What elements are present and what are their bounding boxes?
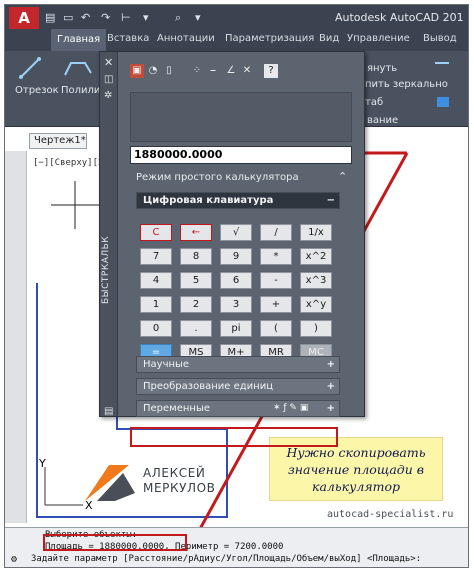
collapse-chevron-icon[interactable]: ⌃ bbox=[338, 170, 347, 183]
calc-history bbox=[130, 92, 352, 142]
command-prompt-line[interactable]: Задайте параметр [Расстояние/рАдиус/Угол… bbox=[31, 554, 421, 564]
key-button[interactable]: x^3 bbox=[300, 272, 332, 289]
key-button[interactable]: √ bbox=[220, 224, 252, 241]
section-toggle[interactable]: + bbox=[327, 379, 335, 394]
key-button[interactable]: - bbox=[260, 272, 292, 289]
section-units-conversion[interactable]: Преобразование единиц + bbox=[136, 378, 340, 395]
key-button[interactable]: C bbox=[140, 224, 172, 241]
note-line: значение площади в bbox=[287, 462, 425, 477]
key-button[interactable]: 7 bbox=[140, 248, 172, 265]
key-button[interactable]: ← bbox=[180, 224, 212, 241]
distance-icon[interactable]: ⎯ bbox=[206, 64, 220, 78]
key-button[interactable]: ( bbox=[260, 320, 292, 337]
help-icon[interactable]: ? bbox=[264, 64, 278, 78]
quickcalc-palette: ✕ ◫ ✲ БЫСТРКАЛЬК ▤ ▣ ◔ ▯ ⁘ ⎯ ∠ ✕ ? 18800… bbox=[99, 51, 365, 417]
section-toggle[interactable]: + bbox=[327, 357, 335, 372]
autocad-window: A ▤ ▭ ↶ ↷ ⊢ ▾ ⌕ ▾ Autodesk AutoCAD 201 Г… bbox=[4, 4, 469, 568]
section-toggle[interactable]: + bbox=[327, 401, 335, 416]
key-button[interactable]: x^2 bbox=[300, 248, 332, 265]
logo-text: АЛЕКСЕЙ МЕРКУЛОВ bbox=[143, 466, 216, 496]
area-highlight-box bbox=[43, 534, 187, 551]
site-watermark: autocad-specialist.ru bbox=[327, 509, 454, 520]
key-button[interactable]: 1/x bbox=[300, 224, 332, 241]
clear-history-icon[interactable]: ◔ bbox=[146, 64, 160, 78]
logo-line-2: МЕРКУЛОВ bbox=[143, 481, 216, 495]
calc-display[interactable]: 1880000.0000 bbox=[130, 146, 352, 164]
close-icon[interactable]: ✕ bbox=[104, 56, 113, 69]
palette-titlebar[interactable]: ✕ ◫ ✲ БЫСТРКАЛЬК ▤ bbox=[100, 52, 118, 417]
section-variables[interactable]: Переменные + ✶ ƒ ✎ ▣ bbox=[136, 400, 340, 417]
key-button[interactable]: 0 bbox=[140, 320, 172, 337]
get-coordinates-icon[interactable]: ⁘ bbox=[190, 64, 204, 78]
section-label: Научные bbox=[143, 359, 190, 370]
angle-icon[interactable]: ∠ bbox=[224, 64, 238, 78]
section-scientific[interactable]: Научные + bbox=[136, 356, 340, 373]
command-wrench-icon[interactable]: ⚙ bbox=[11, 554, 17, 565]
note-line: калькулятор bbox=[311, 479, 400, 494]
key-button[interactable]: 5 bbox=[180, 272, 212, 289]
key-button[interactable]: 4 bbox=[140, 272, 172, 289]
palette-menu-icon[interactable]: ▤ bbox=[104, 406, 113, 417]
key-button[interactable]: * bbox=[260, 248, 292, 265]
clear-icon[interactable]: ▣ bbox=[130, 64, 144, 78]
key-button[interactable]: / bbox=[260, 224, 292, 241]
key-button[interactable]: ) bbox=[300, 320, 332, 337]
key-button[interactable]: 2 bbox=[180, 296, 212, 313]
units-highlight-box bbox=[130, 427, 338, 447]
number-pad: C ← √/1/x 7 8 9 * x^2 4 5 6- x^3 1 2 3 + x^y 0. pi() = MS M+ M… bbox=[136, 220, 340, 368]
paste-value-icon[interactable]: ▯ bbox=[162, 64, 176, 78]
autohide-icon[interactable]: ◫ bbox=[104, 74, 113, 85]
properties-icon[interactable]: ✲ bbox=[104, 90, 112, 101]
variable-tools-icon[interactable]: ✶ ƒ ✎ ▣ bbox=[273, 401, 308, 416]
section-label: Переменные bbox=[143, 403, 210, 414]
key-button[interactable]: . bbox=[180, 320, 212, 337]
key-button[interactable]: + bbox=[260, 296, 292, 313]
intersection-icon[interactable]: ✕ bbox=[240, 64, 254, 78]
section-label: Преобразование единиц bbox=[143, 381, 274, 392]
key-button[interactable]: 3 bbox=[220, 296, 252, 313]
key-button[interactable]: x^y bbox=[300, 296, 332, 313]
basic-mode-label[interactable]: Режим простого калькулятора bbox=[136, 172, 299, 183]
palette-title: БЫСТРКАЛЬК bbox=[101, 235, 111, 304]
keypad-toggle[interactable]: − bbox=[327, 193, 335, 208]
ucs-y-label: Y bbox=[39, 457, 46, 470]
key-button[interactable]: 1 bbox=[140, 296, 172, 313]
logo-line-1: АЛЕКСЕЙ bbox=[143, 466, 206, 480]
key-button[interactable]: 9 bbox=[220, 248, 252, 265]
key-button[interactable]: 8 bbox=[180, 248, 212, 265]
key-button[interactable]: 6 bbox=[220, 272, 252, 289]
ucs-x-label: X bbox=[85, 499, 93, 512]
key-button[interactable]: pi bbox=[220, 320, 252, 337]
keypad-title: Цифровая клавиатура bbox=[143, 195, 274, 206]
keypad-header[interactable]: Цифровая клавиатура − bbox=[136, 192, 340, 209]
